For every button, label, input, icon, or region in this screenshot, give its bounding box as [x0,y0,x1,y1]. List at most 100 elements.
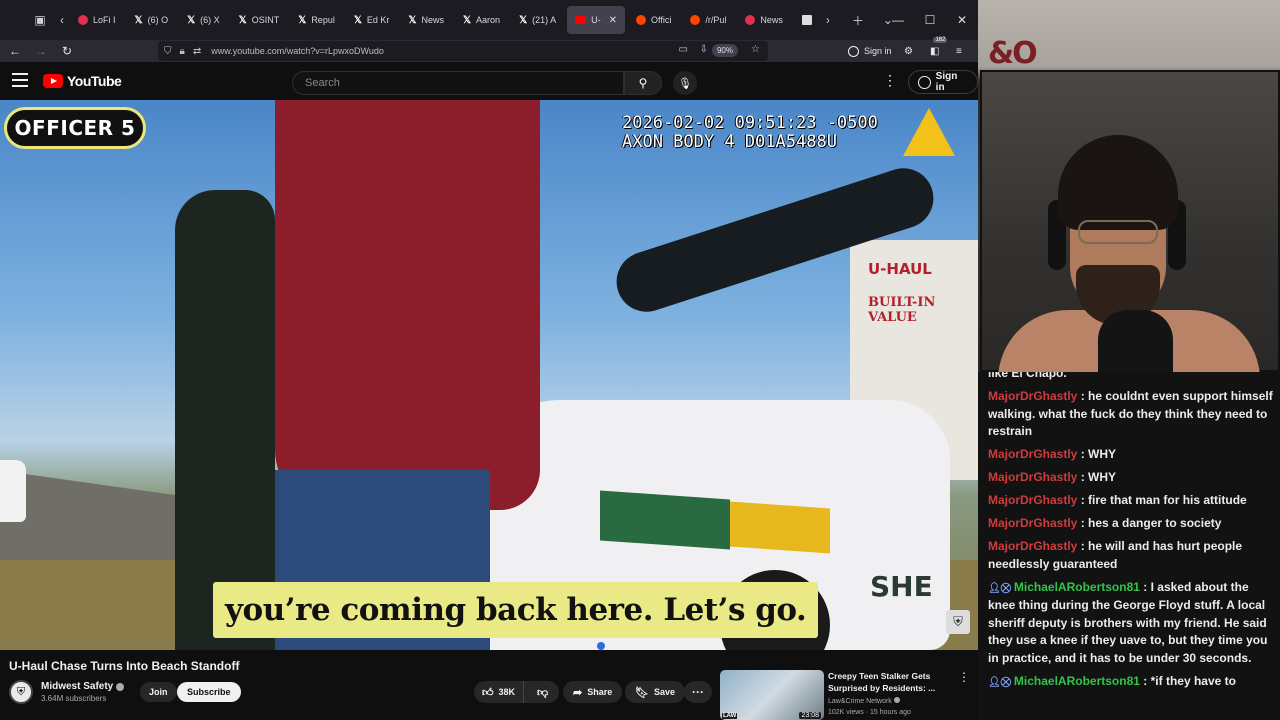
chat-message: MajorDrGhastly : WHY [988,470,1117,484]
close-window-icon[interactable]: ✕ [946,6,978,34]
recommended-channel-name[interactable]: Law&Crime Network [828,697,900,705]
video-player[interactable]: U-HAUL BUILT-IN VALUE SHE OFFICER 5 2026… [0,100,978,650]
recommended-video-title[interactable]: Creepy Teen Stalker Gets Surprised by Re… [828,670,943,694]
browser-tab[interactable]: 𝕏 Aaron [455,6,508,34]
maximize-icon[interactable]: ☐ [914,6,946,34]
search-button[interactable]: ⚲ [624,71,662,95]
chat-username[interactable]: MajorDrGhastly [988,389,1077,403]
chat-badge-icon: 👤︎⛒ [988,582,1011,594]
permissions-icon[interactable]: ⇄ [193,46,201,57]
officer-figure [175,190,275,650]
new-tab-icon[interactable]: ＋ [844,6,872,34]
reddit-logo-icon [690,15,701,25]
app-menu-icon[interactable]: ≡ [956,40,962,62]
shield-icon[interactable]: ⛉ [164,46,172,57]
browser-tab[interactable]: Offici [628,6,679,34]
browser-tab[interactable] [794,6,820,34]
more-actions-icon[interactable]: ··· [684,681,712,703]
youtube-logo[interactable]: YouTube [43,73,122,89]
browser-tab[interactable]: LoFi I [70,6,124,34]
back-icon[interactable]: ← [4,40,26,62]
join-button[interactable]: Join [140,682,177,702]
channel-avatar[interactable]: ⛨ [9,680,33,704]
background-car [0,460,26,522]
search-input[interactable]: Search [292,71,624,95]
browser-tab-label: Aaron [476,15,501,25]
browser-tab-label: LoFi I [93,15,116,25]
scroll-tabs-left-icon[interactable]: ‹ [54,6,70,34]
channel-watermark-icon[interactable]: ⛨ [946,610,970,634]
x-logo-icon: 𝕏 [462,14,472,26]
close-tab-icon[interactable]: ✕ [609,15,617,26]
chat-username[interactable]: MajorDrGhastly [988,470,1077,484]
streamer-glasses [1078,220,1158,244]
browser-account[interactable]: Sign in [848,40,892,62]
axon-logo-icon [903,108,955,156]
browser-tab[interactable]: 𝕏 (6) X [179,6,228,34]
youtube-logo-text: YouTube [67,73,122,89]
voice-search-button[interactable]: 🎙︎ [673,71,697,95]
chat-message: 👤︎⛒ MichaelARobertson81 : I asked about t… [988,579,1268,665]
save-button[interactable]: 🔖︎ Save [625,681,685,703]
chat-message-text: like El Chapo. [988,372,1067,380]
browser-tab[interactable]: 𝕏 News [400,6,452,34]
save-page-icon[interactable]: ⇩ [700,44,708,55]
chat-username[interactable]: MichaelARobertson81 [1014,580,1140,594]
notifications-extension[interactable]: ◧ 182 [930,37,948,62]
youtube-header: YouTube Search ⚲ 🎙︎ ⋮ Sign in [0,62,978,100]
bodycam-timestamp-line2: AXON BODY 4 D01A5488U [622,132,837,152]
browser-tab[interactable]: /r/Pul [682,6,734,34]
forward-icon[interactable]: → [30,40,52,62]
chat-username[interactable]: MichaelARobertson81 [1014,674,1140,688]
extensions-icon[interactable]: ⚙ [904,40,913,62]
lock-icon[interactable]: 🔒︎ [180,46,185,57]
youtube-play-icon [43,74,63,88]
browser-tab[interactable]: 𝕏 Ed Kr [346,6,398,34]
browser-tab[interactable]: News [737,6,791,34]
chat-message-text: fire that man for his attitude [1088,493,1247,507]
uhaul-truck-logo-text: U-HAUL [868,260,932,278]
url-text[interactable]: www.youtube.com/watch?v=rLpwxoDWudo [211,46,384,56]
save-bookmark-icon: 🔖︎ [635,686,649,699]
browser-tab[interactable]: 𝕏 Repul [290,6,343,34]
chat-username[interactable]: MajorDrGhastly [988,516,1077,530]
zoom-level-badge[interactable]: 90% [711,44,738,57]
reload-icon[interactable]: ↻ [56,40,78,62]
browser-tab[interactable]: 𝕏 (21) A [511,6,564,34]
chat-message: MajorDrGhastly : hes a danger to society [988,516,1222,530]
share-button[interactable]: ➦ Share [563,681,623,703]
video-duration: 23:08 [799,712,821,719]
address-bar[interactable]: ⛉ 🔒︎ ⇄ www.youtube.com/watch?v=rLpwxoDWu… [158,41,768,61]
chat-username[interactable]: MajorDrGhastly [988,539,1077,553]
subscriber-count: 3.64M subscribers [41,694,107,703]
picture-in-picture-icon[interactable]: ▭ [679,44,688,55]
chat-message-text: hes a danger to society [1088,516,1222,530]
chat-username[interactable]: MajorDrGhastly [988,493,1077,507]
wikipedia-icon [801,15,812,25]
minimize-icon[interactable]: — [882,6,914,34]
chat-username[interactable]: MajorDrGhastly [988,447,1077,461]
wall-sign-text: &O [988,36,1038,71]
scroll-tabs-right-icon[interactable]: › [820,6,836,34]
video-title: U-Haul Chase Turns Into Beach Standoff [9,659,240,673]
like-button[interactable]: 👍︎ 38K [474,681,525,703]
settings-more-icon[interactable]: ⋮ [882,72,898,89]
recommended-video-thumbnail[interactable]: LAW 23:08 [720,670,824,720]
channel-name-link[interactable]: Midwest Safety [41,681,125,692]
stream-chat: like El Chapo. MajorDrGhastly : he couldn… [978,372,1280,720]
verified-badge-icon [116,682,125,691]
browser-tab-label: U- [591,15,601,25]
sheriff-car-yellow-stripe [730,501,830,554]
bookmark-star-icon[interactable]: ☆ [751,44,760,55]
subscribe-button[interactable]: Subscribe [177,682,241,702]
browser-tab[interactable]: U- ✕ [567,6,626,34]
tab-overview-icon[interactable]: ▣ [26,6,54,34]
dislike-button[interactable]: 👎︎ [529,681,556,703]
guide-menu-icon[interactable] [12,73,28,87]
youtube-sign-in-button[interactable]: Sign in [908,70,978,94]
like-count: 38K [498,687,516,697]
recommended-more-icon[interactable]: ⋮ [958,670,970,684]
browser-tab[interactable]: 𝕏 OSINT [231,6,288,34]
browser-tab-label: /r/Pul [705,15,727,25]
browser-tab[interactable]: 𝕏 (6) O [127,6,177,34]
